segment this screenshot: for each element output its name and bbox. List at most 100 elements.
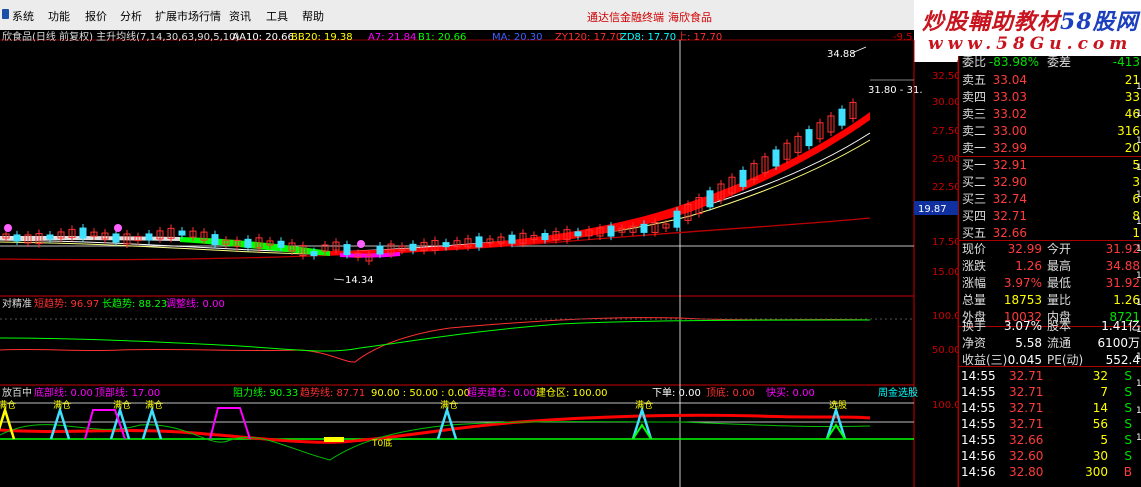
candle [79, 227, 87, 239]
candle [838, 108, 846, 126]
sub2-short-top: 顶底: 0.00 [706, 386, 755, 399]
sub2-top-line: 顶部线: 17.00 [95, 386, 160, 399]
ask-row[interactable]: 卖五 33.04 21 [959, 72, 1141, 89]
indicator-a7: A7: 21.84 [368, 32, 416, 43]
menu-function[interactable]: 功能 [48, 8, 70, 24]
ask-label: 卖四 [962, 90, 987, 104]
menu-system[interactable]: 系统 [12, 8, 34, 24]
stat-label: 现价 [962, 242, 987, 256]
bid-row[interactable]: 买二 32.90 3 [959, 174, 1141, 191]
indicator-bb20: BB20: 19.38 [291, 32, 353, 43]
bid-label: 买三 [962, 192, 987, 206]
tick-price: 32.71 [1009, 401, 1044, 415]
sub2-ref: 90.00 : 50.00 : 0.00 [371, 388, 470, 399]
sub1-short: 短趋势: 96.97 [34, 297, 99, 310]
tick-price: 32.66 [1009, 433, 1044, 447]
ask-row[interactable]: 卖四 33.03 33 [959, 89, 1141, 106]
bid-row[interactable]: 买一 32.91 5 [959, 157, 1141, 174]
candle [211, 234, 219, 246]
stat-value-2: 31.92 [1105, 242, 1140, 256]
edge-digit: 1 [1136, 325, 1141, 335]
tick-price: 32.80 [1009, 465, 1044, 479]
tick-price: 32.71 [1009, 369, 1044, 383]
menu-tools[interactable]: 工具 [266, 8, 288, 24]
stock-name-title: 海欣食品 [668, 11, 712, 24]
tick-time: 14:55 [961, 385, 996, 399]
ask-label: 卖五 [962, 73, 987, 87]
signal-mark: 满仓 [0, 399, 16, 411]
price-tick: 32.50 [932, 71, 958, 82]
signal-mark: 满仓 [53, 399, 71, 411]
tick-side: B [1123, 465, 1132, 479]
candle [409, 243, 417, 251]
stat-value: 18753 [1003, 293, 1042, 307]
menu-bar: 系统 功能 报价 分析 扩展市场行情 资讯 工具 帮助 通达信金融终端 海欣食品 [0, 0, 914, 31]
signal-dot [114, 224, 122, 232]
stat-row: 总量 18753 量比 1.26 [959, 292, 1141, 309]
bid-price: 32.91 [992, 158, 1027, 172]
buy-label: T0底 [371, 437, 392, 449]
tick-volume: 14 [1092, 401, 1108, 415]
fund-row: 换手 3.07% 股本 1.41亿 [959, 318, 1141, 335]
indicator-right-cut: -9.5 [893, 32, 913, 43]
indicator-ma: MA: 20.30 [492, 32, 542, 43]
kline-chart[interactable]: 欣食品(日线 前复权) 主升均线(7,14,30,63,90,5,10) AA1… [0, 30, 958, 487]
ask-label: 卖三 [962, 107, 987, 121]
tick-volume: 56 [1092, 417, 1108, 431]
fund-value: 3.07% [1003, 319, 1042, 333]
bid-row[interactable]: 买三 32.74 6 [959, 191, 1141, 208]
ask-row[interactable]: 卖二 33.00 316 [959, 123, 1141, 140]
sub1-axis-tick: 50.00 [932, 345, 958, 356]
candle [343, 244, 351, 256]
edge-digit: 1 [1136, 244, 1141, 254]
stat-value: 3.97% [1003, 276, 1042, 290]
signal-mark: 满仓 [635, 399, 653, 411]
tick-time: 14:55 [961, 401, 996, 415]
ask-row[interactable]: 卖三 33.02 46 [959, 106, 1141, 123]
ask-price: 33.03 [992, 90, 1027, 104]
ask-row[interactable]: 卖一 32.99 20 [959, 140, 1141, 157]
stat-label: 总量 [962, 293, 987, 307]
candle [475, 236, 483, 248]
tick-time: 14:56 [961, 465, 996, 479]
menu-analysis[interactable]: 分析 [120, 8, 142, 24]
menu-help[interactable]: 帮助 [302, 8, 324, 24]
menu-news[interactable]: 资讯 [229, 8, 251, 24]
candle [310, 251, 318, 257]
tick-side: S [1124, 417, 1132, 431]
candle [508, 234, 516, 244]
menu-quote[interactable]: 报价 [85, 8, 107, 24]
candle [772, 149, 780, 167]
sub2-low-bottom: 底部线: 0.00 [34, 386, 93, 399]
tick-row: 14:55 32.71 56 S [959, 416, 1141, 432]
bid-price: 32.74 [992, 192, 1027, 206]
ask-price: 33.00 [992, 124, 1027, 138]
wei-row: 委比 -83.98% 委差 -413 [962, 55, 1140, 69]
tick-side: S [1124, 433, 1132, 447]
stat-row: 涨跌 1.26 最高 34.88 [959, 258, 1141, 275]
tick-side: S [1124, 385, 1132, 399]
candle [673, 210, 681, 228]
tick-volume: 32 [1092, 369, 1108, 383]
tick-time: 14:55 [961, 433, 996, 447]
fund-label: 换手 [962, 319, 987, 333]
edge-digit: 1 [1136, 379, 1141, 389]
menu-extended-market[interactable]: 扩展市场行情 [155, 8, 221, 24]
tick-row: 14:55 32.71 14 S [959, 400, 1141, 416]
price-tick: 22.50 [932, 182, 958, 193]
tick-volume: 30 [1092, 449, 1108, 463]
quote-panel: 委比 -83.98% 委差 -413 卖五 33.04 21 卖四 33.03 3… [958, 55, 1141, 487]
sub2-right-tag: 周金选股 [878, 386, 918, 399]
edge-digit: 1 [1136, 352, 1141, 362]
bid-row[interactable]: 买四 32.71 8 [959, 208, 1141, 225]
candle [376, 245, 384, 255]
candle [244, 238, 252, 248]
bid-label: 买一 [962, 158, 987, 172]
last-range-annotation: 31.80 - 31. [868, 85, 923, 96]
price-tick: 25.00 [932, 154, 958, 165]
low-annotation: 14.34 [345, 275, 374, 286]
stat-label: 涨跌 [962, 259, 987, 273]
sub2-support: 阻力线: 90.33 [233, 386, 298, 399]
sub1-title: 对精准 [2, 297, 32, 310]
fund-value: 5.58 [1015, 336, 1042, 350]
